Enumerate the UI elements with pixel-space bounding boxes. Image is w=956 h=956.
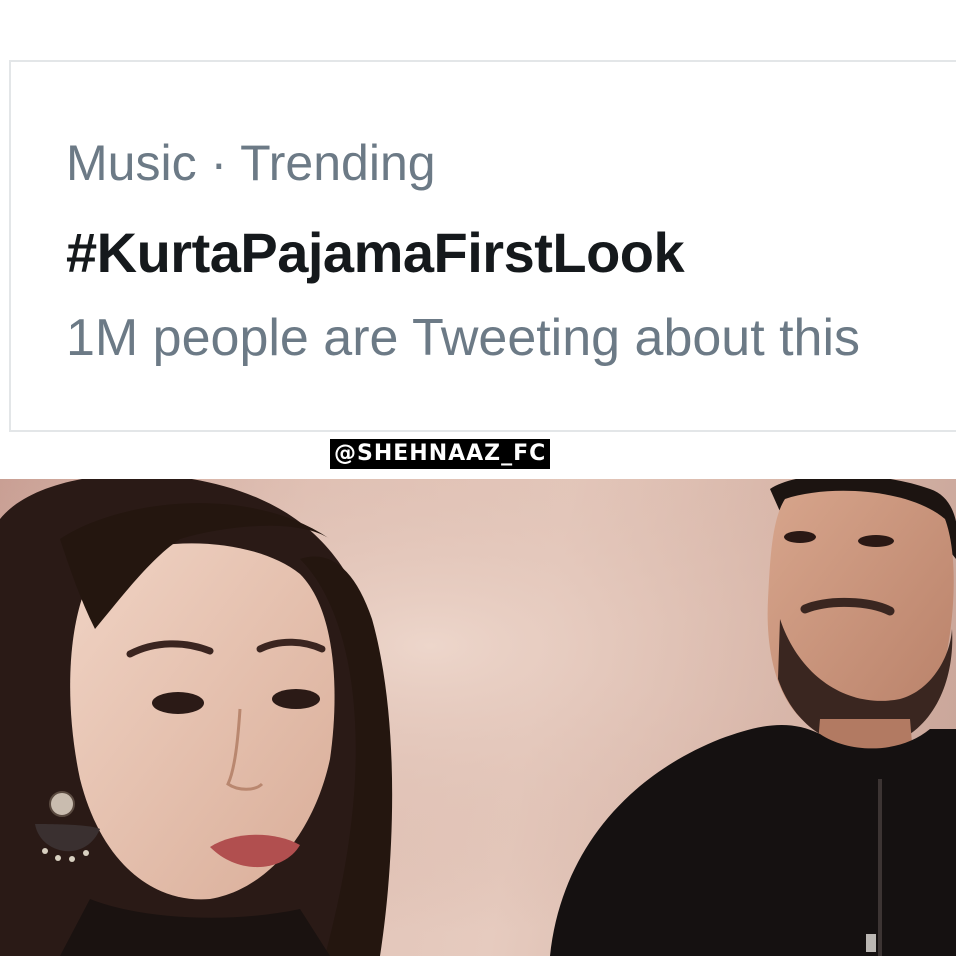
post-image: Music · Trending #KurtaPajamaFirstLook 1… — [0, 0, 956, 956]
promo-photo-illustration — [0, 479, 956, 956]
trend-card[interactable]: Music · Trending #KurtaPajamaFirstLook 1… — [9, 60, 956, 432]
watermark: @SHEHNAAZ_FC — [330, 439, 551, 469]
trend-tweet-count: 1M people are Tweeting about this — [66, 309, 861, 367]
trend-context-label: Music · Trending — [66, 135, 436, 191]
promo-photo — [0, 479, 956, 956]
trend-hashtag[interactable]: #KurtaPajamaFirstLook — [66, 220, 685, 285]
